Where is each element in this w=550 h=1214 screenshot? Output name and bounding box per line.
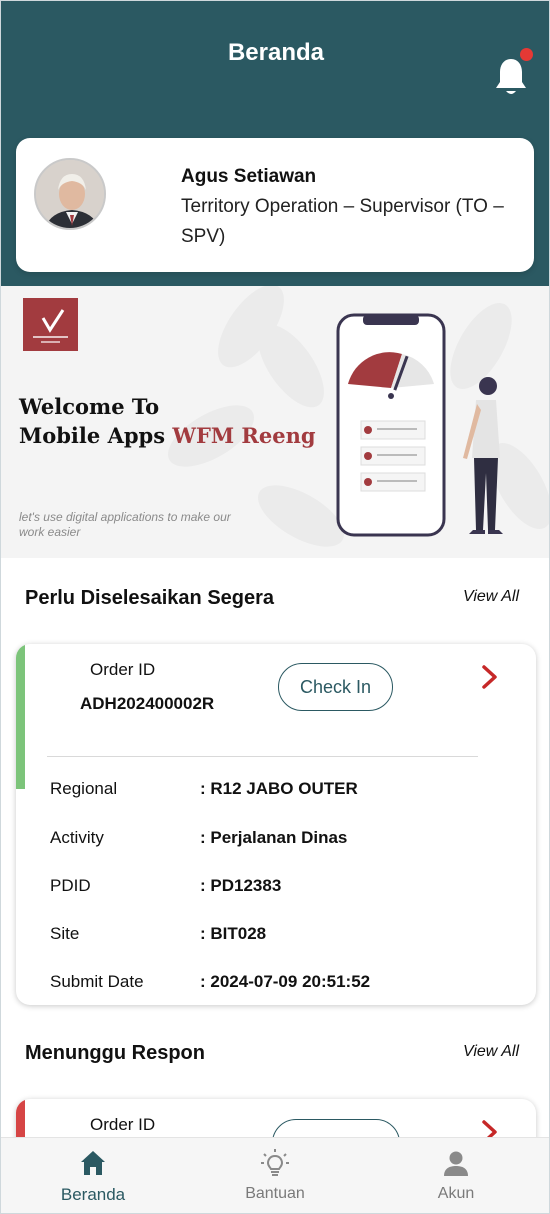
nav-item-beranda[interactable]: Beranda [23,1138,163,1213]
status-stripe [16,644,25,789]
detail-value-submit-date: : 2024-07-09 20:51:52 [200,972,371,991]
section-title-urgent: Perlu Diselesaikan Segera [25,587,275,609]
app-screen: Beranda Agus Setiawan Territory Operatio… [0,0,550,1214]
nav-label-beranda: Beranda [60,1185,126,1204]
order-id-value: ADH202400002R [80,694,215,713]
avatar [34,158,106,230]
page-title: Beranda [227,39,325,66]
detail-label-pdid: PDID [50,876,91,895]
chevron-right-icon[interactable] [478,664,500,690]
detail-value-pdid: : PD12383 [200,876,282,895]
detail-value-activity: : Perjalanan Dinas [200,828,348,847]
welcome-text: Welcome To Mobile Apps WFM Reeng [19,392,316,450]
bell-icon[interactable] [493,56,529,98]
check-in-button[interactable]: Check In [278,663,393,711]
home-icon [81,1151,105,1175]
order-id-label: Order ID [90,1115,156,1134]
person-icon [444,1151,468,1176]
order-id-label: Order ID [90,660,156,679]
section-title-waiting: Menunggu Respon [25,1042,205,1064]
company-logo [23,298,78,351]
view-all-waiting-link[interactable]: View All [463,1043,519,1061]
welcome-line2: Mobile Apps WFM Reeng [19,421,316,450]
banner-tagline: let's use digital applications to make o… [19,510,231,539]
profile-card[interactable]: Agus Setiawan Territory Operation – Supe… [16,138,534,272]
user-name: Agus Setiawan [181,166,317,187]
divider [47,756,478,757]
detail-label-submit-date: Submit Date [50,972,144,991]
notification-badge [520,48,533,61]
order-card[interactable]: Order ID ADH202400002R Check In Regional… [16,644,536,1005]
avatar-photo [36,160,104,228]
detail-label-site: Site [50,924,80,943]
lightbulb-icon [261,1149,289,1176]
detail-label-activity: Activity [50,828,104,847]
view-all-urgent-link[interactable]: View All [463,588,519,606]
welcome-line1: Welcome To [19,394,160,419]
header: Beranda Agus Setiawan Territory Operatio… [1,1,549,286]
phone-illustration [336,313,503,537]
nav-item-akun[interactable]: Akun [386,1138,526,1213]
nav-label-bantuan: Bantuan [245,1185,305,1202]
bottom-nav: Beranda Bantuan Akun [1,1137,549,1213]
welcome-prefix: Mobile Apps [19,423,173,448]
detail-value-regional: : R12 JABO OUTER [200,779,358,798]
welcome-banner: Welcome To Mobile Apps WFM Reeng let's u… [1,286,549,558]
detail-value-site: : BIT028 [200,924,267,943]
app-name: WFM Reeng [172,423,316,448]
nav-label-akun: Akun [437,1185,475,1202]
detail-label-regional: Regional [50,779,118,798]
nav-item-bantuan[interactable]: Bantuan [205,1138,345,1213]
user-role: Territory Operation – Supervisor (TO – S… [181,196,504,247]
